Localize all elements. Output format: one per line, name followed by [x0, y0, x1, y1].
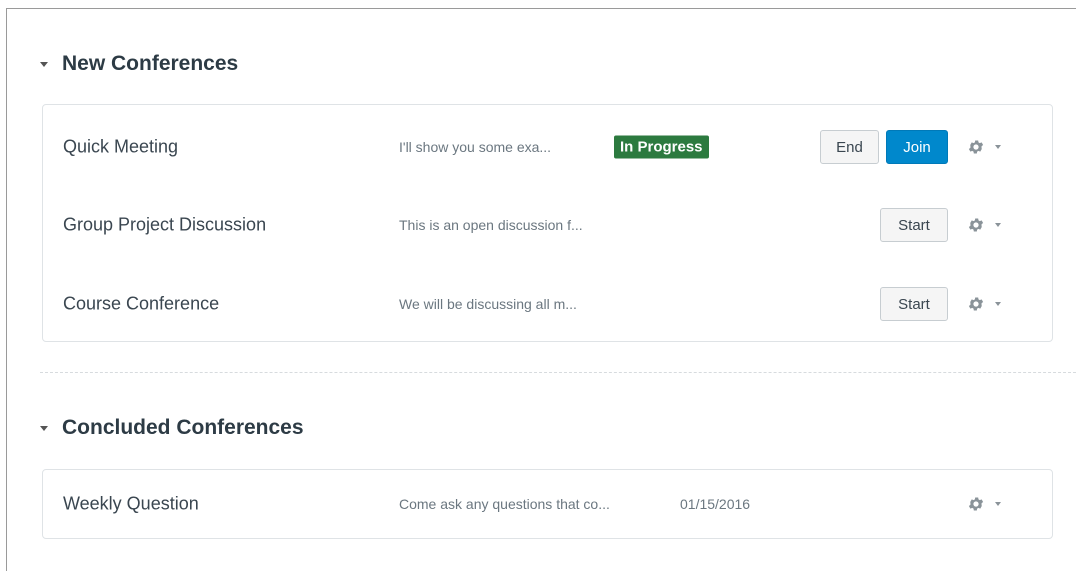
conference-row: Quick Meeting I'll show you some exa... … — [43, 127, 1052, 167]
new-conferences-toggle[interactable]: New Conferences — [40, 52, 238, 76]
start-button[interactable]: Start — [880, 287, 948, 321]
concluded-conferences-toggle[interactable]: Concluded Conferences — [40, 416, 304, 440]
new-conferences-title: New Conferences — [62, 52, 239, 75]
conference-name[interactable]: Group Project Discussion — [63, 215, 266, 236]
conference-name[interactable]: Course Conference — [63, 294, 219, 315]
settings-menu-button[interactable] — [967, 295, 1001, 313]
status-badge: In Progress — [614, 135, 709, 159]
conference-name[interactable]: Quick Meeting — [63, 137, 178, 158]
conference-row: Course Conference We will be discussing … — [43, 284, 1052, 324]
chevron-down-icon — [995, 302, 1001, 306]
caret-down-icon — [40, 61, 48, 67]
section-divider — [40, 372, 1076, 373]
gear-icon — [968, 497, 984, 511]
concluded-conferences-list: Weekly Question Come ask any questions t… — [42, 469, 1053, 539]
settings-menu-button[interactable] — [967, 495, 1001, 513]
caret-down-icon — [40, 425, 48, 431]
join-button[interactable]: Join — [886, 130, 948, 164]
chevron-down-icon — [995, 502, 1001, 506]
settings-menu-button[interactable] — [967, 138, 1001, 156]
end-button[interactable]: End — [820, 130, 879, 164]
conference-description: This is an open discussion f... — [399, 217, 583, 233]
conference-description: Come ask any questions that co... — [399, 496, 610, 512]
concluded-conferences-title: Concluded Conferences — [62, 416, 304, 439]
conference-description: We will be discussing all m... — [399, 296, 577, 312]
gear-icon — [968, 140, 984, 154]
gear-icon — [968, 297, 984, 311]
chevron-down-icon — [995, 145, 1001, 149]
conference-name[interactable]: Weekly Question — [63, 494, 199, 515]
new-conferences-list: Quick Meeting I'll show you some exa... … — [42, 104, 1053, 342]
gear-icon — [968, 218, 984, 232]
start-button[interactable]: Start — [880, 208, 948, 242]
conference-date: 01/15/2016 — [680, 496, 751, 512]
conference-description: I'll show you some exa... — [399, 139, 552, 155]
conference-row: Weekly Question Come ask any questions t… — [43, 484, 1052, 524]
chevron-down-icon — [995, 223, 1001, 227]
conference-row: Group Project Discussion This is an open… — [43, 205, 1052, 245]
settings-menu-button[interactable] — [967, 216, 1001, 234]
